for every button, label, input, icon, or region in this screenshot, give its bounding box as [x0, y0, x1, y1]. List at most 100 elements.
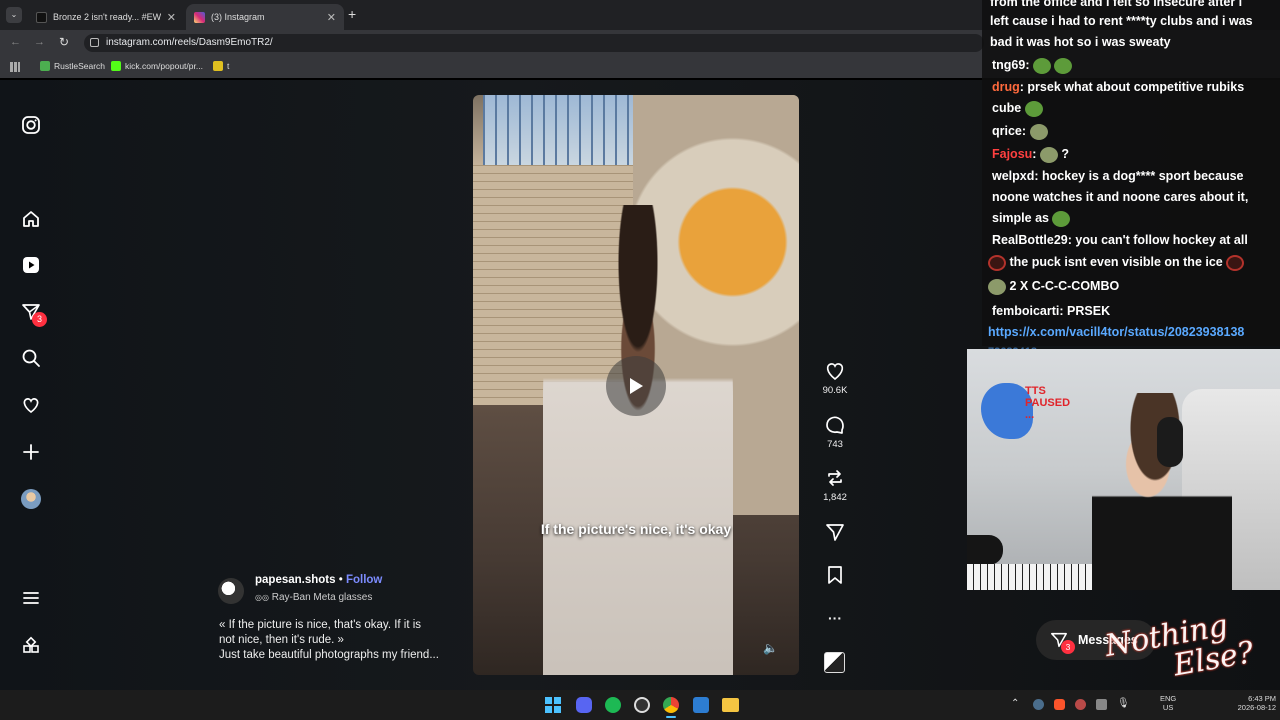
menu-icon[interactable] — [18, 585, 44, 611]
puck-emote-icon — [988, 254, 1006, 271]
audio-label: Ray-Ban Meta glasses — [271, 592, 373, 603]
bookmark-icon — [828, 566, 842, 584]
chrome-active-indicator — [666, 716, 676, 718]
chat-line: bad it was hot so i was sweaty — [990, 35, 1171, 49]
tray-app-icon[interactable] — [1096, 699, 1107, 710]
video-subtitle: If the picture's nice, it's okay — [540, 521, 732, 537]
chat-username: welpxd — [992, 169, 1035, 183]
discord-icon[interactable] — [576, 697, 592, 713]
puck-emote-icon — [1226, 254, 1245, 271]
bookmark-kick[interactable]: kick.com/popout/pr... — [111, 61, 203, 71]
file-explorer-icon[interactable] — [722, 698, 739, 712]
messages-button-badge: 3 — [1061, 640, 1075, 654]
pepe-emote-icon — [1024, 100, 1043, 117]
start-icon[interactable] — [545, 697, 561, 713]
bookmark-rustlesearch[interactable]: RustleSearch — [40, 61, 105, 71]
play-button[interactable] — [606, 356, 666, 416]
tab-instagram[interactable]: (3) Instagram ✕ — [186, 4, 344, 30]
plus-icon[interactable] — [18, 439, 44, 465]
reel-header: papesan.shots • Follow — [255, 574, 382, 586]
profile-avatar[interactable] — [18, 486, 44, 512]
play-icon — [630, 378, 643, 394]
caption-line: Just take beautiful photographs my frien… — [219, 649, 439, 661]
site-info-icon[interactable] — [90, 38, 99, 47]
chat-line: simple as — [992, 208, 1277, 229]
spotify-icon[interactable] — [605, 697, 621, 713]
instagram-tab-icon — [194, 11, 205, 23]
microphone — [967, 535, 1003, 565]
tray-lang[interactable]: ENG US — [1160, 694, 1176, 712]
share-button[interactable] — [818, 522, 852, 546]
caption-line: not nice, then it's rude. » — [219, 634, 344, 646]
comment-button[interactable]: 743 — [818, 415, 852, 450]
obs-icon[interactable] — [634, 697, 650, 713]
home-icon[interactable] — [18, 206, 44, 232]
heart-icon[interactable] — [18, 392, 44, 418]
tab-search-button[interactable]: ⌄ — [6, 7, 22, 23]
tray-app-icon[interactable] — [1075, 699, 1086, 710]
chat-message: Fajosu: ? — [992, 146, 1070, 163]
tray-brave-icon[interactable] — [1054, 699, 1065, 710]
tray-steam-icon[interactable] — [1033, 699, 1044, 710]
back-icon[interactable]: ← — [10, 36, 21, 48]
apps-grid-icon[interactable] — [10, 62, 20, 72]
zombie-emote-icon — [1029, 123, 1048, 140]
audio-thumbnail[interactable] — [824, 652, 845, 673]
stream-chat: from the office and i felt so insecure a… — [982, 0, 1280, 346]
like-heart-icon — [826, 363, 844, 381]
close-tab-icon[interactable]: ✕ — [167, 11, 176, 24]
bookmark-t[interactable]: t — [213, 61, 229, 71]
window-bars — [483, 95, 643, 165]
reel-caption[interactable]: « If the picture is nice, that's okay. I… — [219, 618, 459, 663]
combo-line: 2 X C-C-C-COMBO — [988, 276, 1273, 297]
reload-icon[interactable]: ↻ — [59, 35, 69, 49]
pepe-emote-icon — [1032, 57, 1051, 74]
reels-icon[interactable] — [18, 252, 44, 278]
remote-icon[interactable] — [693, 697, 709, 713]
apps-icon[interactable] — [18, 633, 44, 659]
repost-count: 1,842 — [823, 492, 847, 503]
pepe-emote-icon — [1054, 57, 1073, 74]
kick-icon — [111, 61, 121, 71]
new-tab-button[interactable]: + — [348, 6, 356, 22]
forward-icon[interactable]: → — [34, 36, 45, 48]
person — [543, 205, 733, 675]
zombie-emote-icon — [1039, 146, 1058, 163]
pepe-emote-icon — [1052, 210, 1071, 227]
creator-username[interactable]: papesan.shots — [255, 574, 336, 586]
tab-tiktok[interactable]: Bronze 2 isn't ready... #EWC26 ✕ — [28, 4, 184, 30]
avatar — [21, 489, 41, 509]
repost-icon — [828, 470, 842, 486]
instagram-icon[interactable] — [18, 112, 44, 138]
chat-username: qrice — [992, 124, 1022, 138]
creator-avatar[interactable] — [218, 578, 244, 604]
save-button[interactable] — [818, 565, 852, 589]
webcam-overlay: TTS PAUSED ... — [967, 349, 1280, 590]
tray-chevron-icon[interactable]: ⌃ — [1011, 698, 1019, 709]
more-options-icon[interactable]: ··· — [818, 610, 852, 626]
chat-message: RealBottle29: you can't follow hockey at… — [992, 233, 1248, 247]
comment-count: 743 — [827, 439, 843, 450]
tray-clock[interactable]: 6:43 PM 2026-08-12 — [1232, 694, 1276, 712]
chat-username: femboicarti — [992, 304, 1060, 318]
chrome-icon[interactable] — [663, 697, 679, 713]
follow-button[interactable]: Follow — [346, 574, 382, 586]
search-icon[interactable] — [18, 345, 44, 371]
chat-link[interactable]: https://x.com/vacill4tor/status/20823938… — [988, 322, 1273, 343]
rustle-icon — [40, 61, 50, 71]
mute-icon[interactable]: 🔈 — [763, 641, 778, 655]
glasses-icon: ◎◎ — [255, 593, 269, 602]
audio-row[interactable]: ◎◎ Ray-Ban Meta glasses — [255, 592, 372, 603]
chat-line: noone watches it and noone cares about i… — [992, 190, 1249, 204]
tray-mic-icon[interactable]: 🎙 — [1117, 698, 1130, 709]
like-button[interactable]: 90.6K — [818, 361, 852, 396]
reel-video[interactable]: If the picture's nice, it's okay 🔈 — [473, 95, 799, 675]
tiktok-icon — [36, 11, 47, 23]
chat-line: left cause i had to rent ****ty clubs an… — [990, 14, 1253, 28]
headphones — [1157, 417, 1183, 467]
comment-icon — [826, 416, 844, 434]
url-field[interactable]: instagram.com/reels/Dasm9EmoTR2/ — [84, 34, 984, 52]
close-tab-icon[interactable]: ✕ — [327, 11, 336, 24]
repost-button[interactable]: 1,842 — [818, 468, 852, 503]
chat-username: RealBottle29 — [992, 233, 1068, 247]
